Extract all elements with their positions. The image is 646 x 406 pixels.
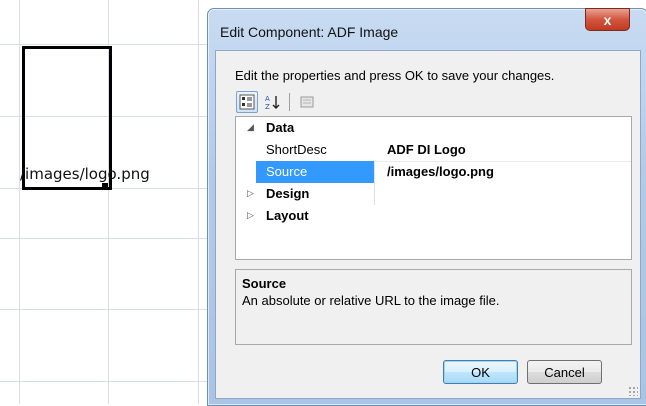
category-layout[interactable]: ▷ Layout (236, 205, 631, 227)
category-label: Layout (266, 208, 309, 223)
categorized-view-icon (239, 94, 255, 110)
description-title: Source (242, 276, 287, 291)
categorized-button[interactable] (236, 91, 258, 113)
toolbar-separator (289, 93, 290, 111)
instructions-text: Edit the properties and press OK to save… (235, 68, 555, 83)
property-pages-button[interactable] (296, 91, 318, 113)
property-grid: ◢ Data ShortDesc ADF DI Logo Source /ima… (235, 116, 632, 260)
category-label: Data (266, 120, 295, 135)
svg-text:Z: Z (265, 103, 270, 110)
grid-line (198, 0, 199, 404)
collapse-icon[interactable]: ◢ (247, 122, 254, 133)
close-button[interactable]: x (585, 8, 630, 31)
dialog-title: Edit Component: ADF Image (220, 24, 399, 40)
sort-alphabetical-icon: A Z (265, 95, 280, 110)
svg-text:A: A (265, 95, 270, 103)
category-design[interactable]: ▷ Design (236, 183, 631, 205)
property-name: ShortDesc (266, 142, 327, 157)
expand-icon[interactable]: ▷ (247, 210, 254, 221)
image-source-caption: /images/logo.png (20, 165, 150, 183)
property-value[interactable]: /images/logo.png (387, 161, 494, 183)
edit-component-dialog: Edit Component: ADF Image x Edit the pro… (207, 8, 646, 406)
description-pane: Source An absolute or relative URL to th… (235, 269, 632, 345)
property-name: Source (256, 161, 374, 183)
expand-icon[interactable]: ▷ (247, 188, 254, 199)
property-row-shortdesc[interactable]: ShortDesc ADF DI Logo (236, 139, 631, 161)
description-text: An absolute or relative URL to the image… (242, 293, 500, 308)
ok-button[interactable]: OK (443, 360, 518, 384)
category-data[interactable]: ◢ Data (236, 117, 631, 139)
cancel-button[interactable]: Cancel (527, 360, 602, 384)
property-value[interactable]: ADF DI Logo (387, 139, 466, 161)
category-label: Design (266, 186, 310, 201)
resize-grip-icon[interactable] (628, 386, 638, 396)
grid-line (19, 0, 20, 404)
close-icon: x (603, 11, 612, 28)
resize-handle[interactable] (102, 183, 108, 189)
property-pages-icon (300, 96, 314, 108)
property-row-source[interactable]: Source /images/logo.png (236, 161, 631, 183)
dialog-body: Edit the properties and press OK to save… (215, 50, 641, 399)
alphabetical-button[interactable]: A Z (261, 91, 283, 113)
property-toolbar: A Z (236, 91, 318, 113)
